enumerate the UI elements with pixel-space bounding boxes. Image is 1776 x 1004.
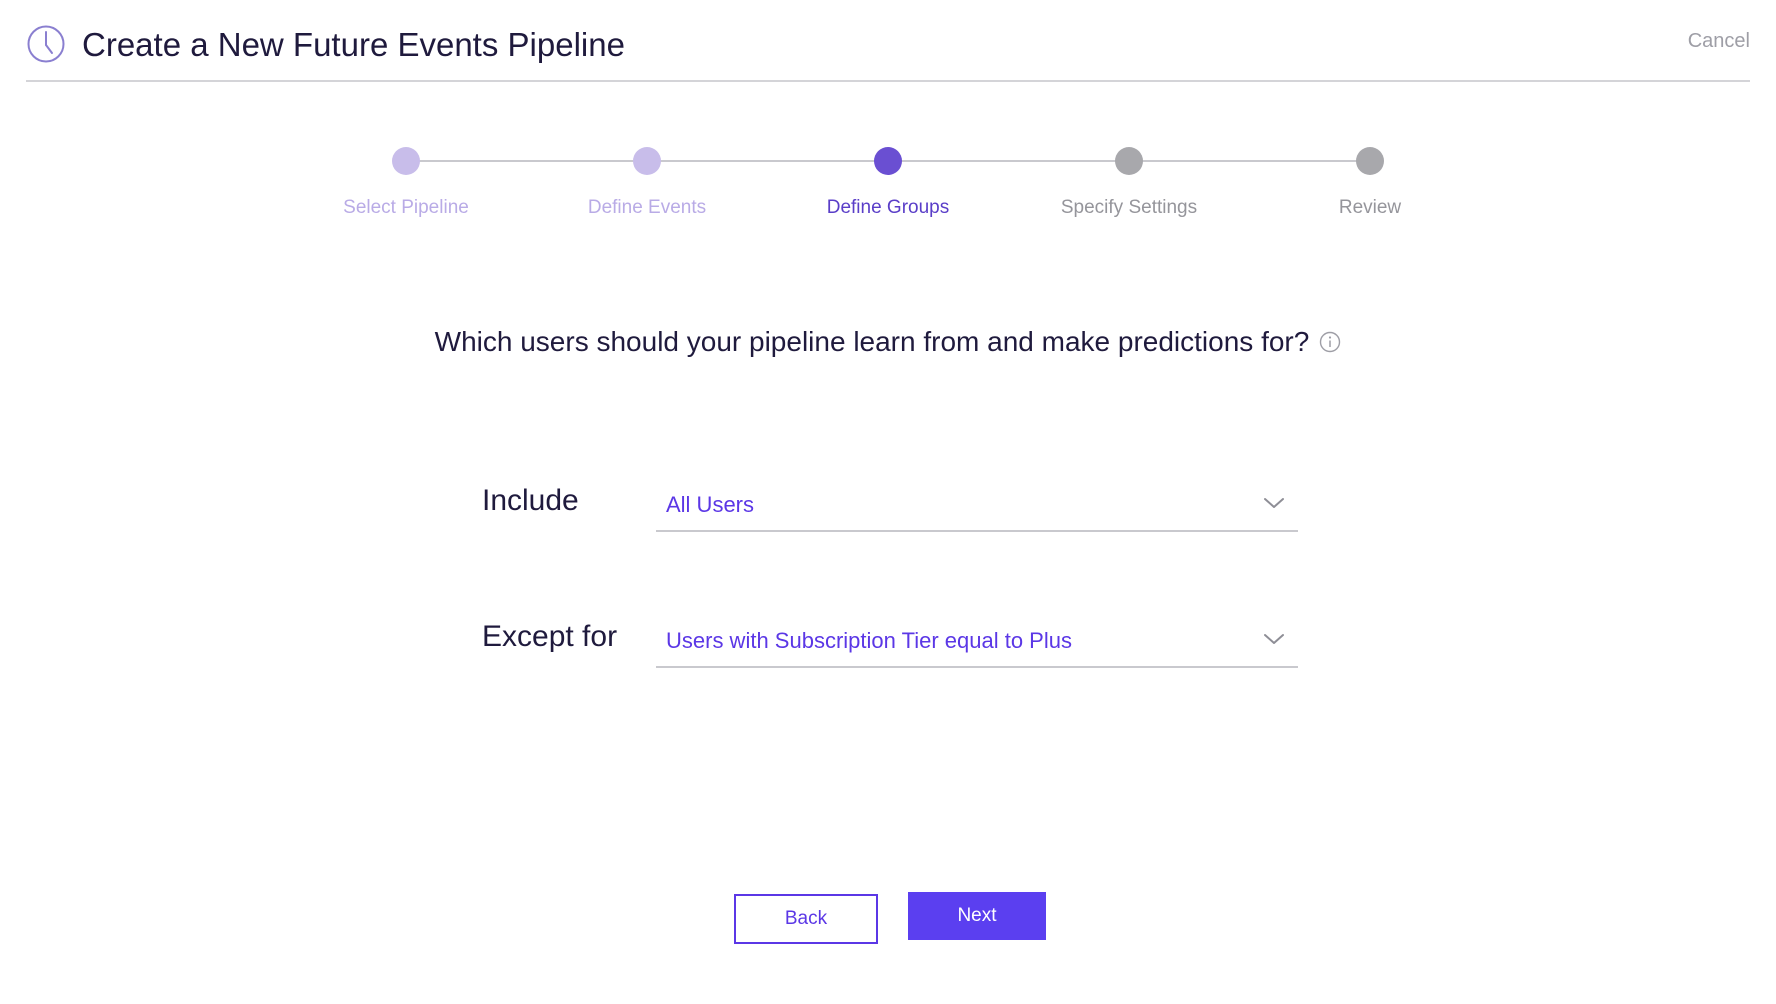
include-row: Include All Users <box>482 478 1302 538</box>
step-dot <box>392 147 420 175</box>
except-row: Except for Users with Subscription Tier … <box>482 614 1302 674</box>
info-icon[interactable] <box>1319 331 1341 353</box>
back-button[interactable]: Back <box>734 894 878 944</box>
include-label: Include <box>482 484 579 517</box>
step-label: Specify Settings <box>1060 197 1198 218</box>
page-header: Create a New Future Events Pipeline Canc… <box>26 20 1750 82</box>
step-label: Review <box>1338 197 1402 218</box>
include-select-value: All Users <box>666 492 755 517</box>
question-text: Which users should your pipeline learn f… <box>434 326 1310 357</box>
step-select-pipeline[interactable]: Select Pipeline <box>286 145 526 219</box>
cancel-link[interactable]: Cancel <box>1688 30 1750 53</box>
clock-icon <box>27 25 65 63</box>
progress-stepper: Select Pipeline Define Events Define Gro… <box>0 145 1776 225</box>
step-label: Select Pipeline <box>343 197 469 218</box>
step-dot <box>874 147 902 175</box>
question-heading: Which users should your pipeline learn f… <box>0 326 1776 358</box>
include-select[interactable]: All Users <box>656 478 1298 532</box>
step-label: Define Events <box>587 197 707 218</box>
chevron-down-icon <box>1264 634 1284 644</box>
next-button[interactable]: Next <box>908 892 1046 940</box>
step-define-groups[interactable]: Define Groups <box>768 145 1008 219</box>
except-select[interactable]: Users with Subscription Tier equal to Pl… <box>656 614 1298 668</box>
except-select-value: Users with Subscription Tier equal to Pl… <box>666 628 1072 653</box>
page-title: Create a New Future Events Pipeline <box>82 26 625 63</box>
except-label: Except for <box>482 620 618 653</box>
step-define-events[interactable]: Define Events <box>527 145 767 219</box>
step-dot <box>1356 147 1384 175</box>
step-dot <box>1115 147 1143 175</box>
step-specify-settings: Specify Settings <box>1009 145 1249 219</box>
step-dot <box>633 147 661 175</box>
chevron-down-icon <box>1264 498 1284 508</box>
step-review: Review <box>1250 145 1490 219</box>
step-label: Define Groups <box>826 197 950 218</box>
